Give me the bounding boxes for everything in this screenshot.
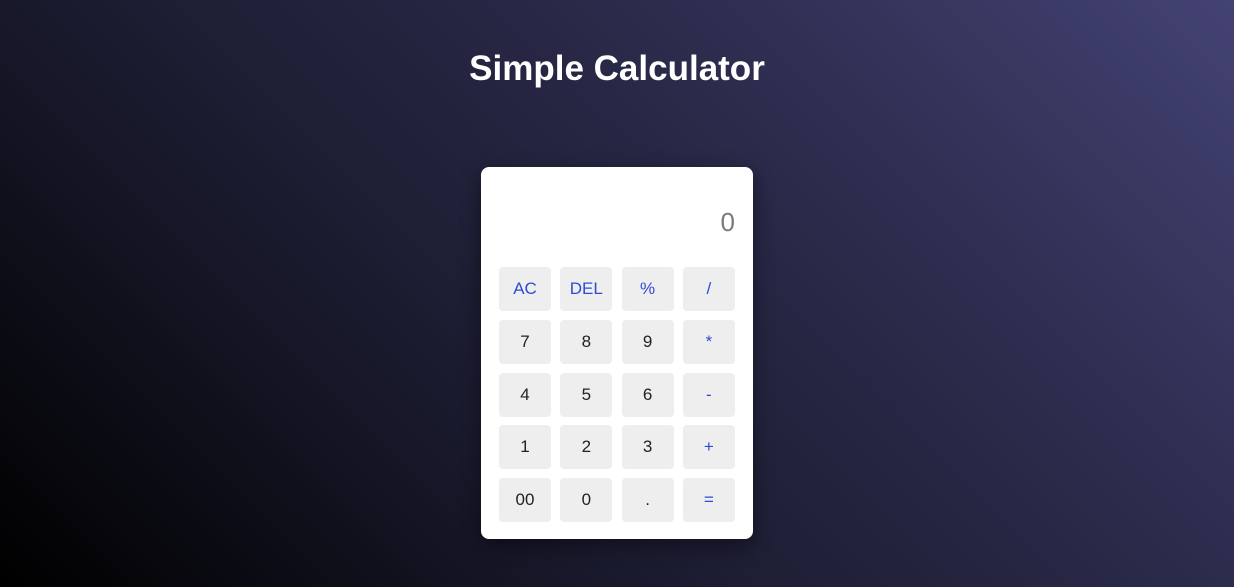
keypad: AC DEL % / 7 8 9 * 4 5 6 - 1 2 3 + 00 0 …: [499, 267, 735, 523]
delete-button[interactable]: DEL: [560, 267, 613, 311]
divide-button[interactable]: /: [682, 267, 735, 311]
multiply-button[interactable]: *: [682, 319, 735, 364]
digit-4-button[interactable]: 4: [499, 372, 551, 417]
calculator-display: 0: [720, 207, 735, 237]
digit-6-button[interactable]: 6: [621, 372, 674, 417]
digit-2-button[interactable]: 2: [560, 425, 613, 470]
all-clear-button[interactable]: AC: [499, 267, 551, 311]
subtract-button[interactable]: -: [682, 372, 735, 417]
equals-button[interactable]: =: [682, 478, 735, 523]
digit-5-button[interactable]: 5: [560, 372, 613, 417]
decimal-point-button[interactable]: .: [621, 478, 674, 523]
calculator-panel: 0 AC DEL % / 7 8 9 * 4 5 6 - 1 2 3 + 00 …: [481, 167, 753, 539]
digit-7-button[interactable]: 7: [499, 319, 551, 364]
add-button[interactable]: +: [682, 425, 735, 470]
percent-button[interactable]: %: [621, 267, 674, 311]
double-zero-button[interactable]: 00: [499, 478, 551, 523]
digit-1-button[interactable]: 1: [499, 425, 551, 470]
page-title: Simple Calculator: [469, 49, 765, 88]
digit-3-button[interactable]: 3: [621, 425, 674, 470]
digit-8-button[interactable]: 8: [560, 319, 613, 364]
digit-0-button[interactable]: 0: [560, 478, 613, 523]
digit-9-button[interactable]: 9: [621, 319, 674, 364]
